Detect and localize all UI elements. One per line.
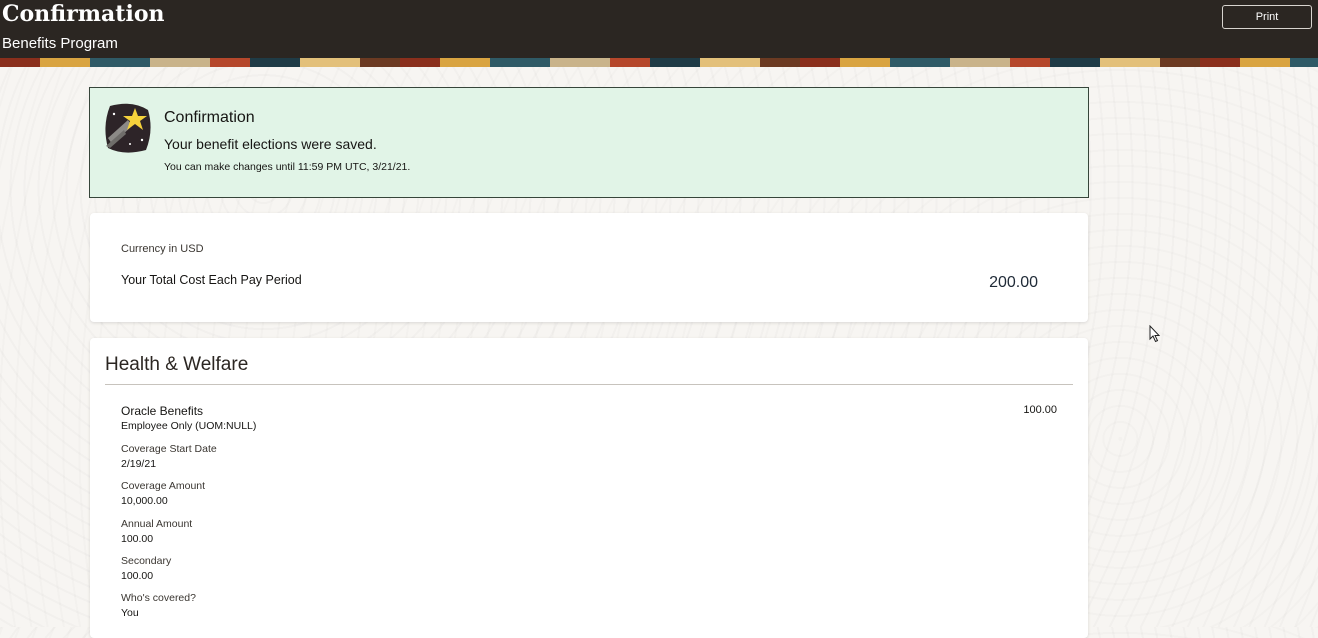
section-title: Health & Welfare: [105, 354, 249, 375]
page-subtitle: Benefits Program: [2, 35, 118, 52]
total-cost-value: 200.00: [989, 274, 1038, 291]
coverage-start-date-label: Coverage Start Date: [121, 443, 217, 455]
whos-covered-label: Who's covered?: [121, 592, 196, 604]
total-cost-card: Currency in USD Your Total Cost Each Pay…: [90, 213, 1088, 322]
total-cost-label: Your Total Cost Each Pay Period: [121, 273, 302, 287]
mouse-pointer-icon: [1149, 325, 1161, 343]
secondary-value: 100.00: [121, 570, 154, 582]
health-welfare-card: Health & Welfare Oracle Benefits 100.00 …: [90, 338, 1088, 638]
banner-message: Your benefit elections were saved.: [164, 136, 377, 152]
currency-label: Currency in USD: [121, 243, 204, 255]
plan-name: Oracle Benefits: [121, 404, 204, 418]
annual-amount-value: 100.00: [121, 533, 154, 545]
shooting-star-icon: [105, 103, 151, 153]
page-header: Confirmation Benefits Program Print: [0, 0, 1318, 58]
banner-detail: You can make changes until 11:59 PM UTC,…: [164, 161, 411, 173]
banner-title: Confirmation: [164, 109, 255, 126]
plan-option: Employee Only (UOM:NULL): [121, 420, 257, 432]
coverage-amount-value: 10,000.00: [121, 495, 168, 507]
coverage-start-date-value: 2/19/21: [121, 458, 157, 470]
page-title: Confirmation: [2, 1, 165, 27]
section-divider: [105, 384, 1073, 385]
whos-covered-value: You: [121, 607, 139, 619]
confirmation-banner: Confirmation Your benefit elections were…: [89, 87, 1089, 198]
print-button[interactable]: Print: [1222, 5, 1312, 29]
coverage-amount-label: Coverage Amount: [121, 480, 206, 492]
annual-amount-label: Annual Amount: [121, 518, 193, 530]
decorative-band: [0, 58, 1318, 67]
secondary-label: Secondary: [121, 555, 172, 567]
plan-amount: 100.00: [1023, 404, 1057, 416]
